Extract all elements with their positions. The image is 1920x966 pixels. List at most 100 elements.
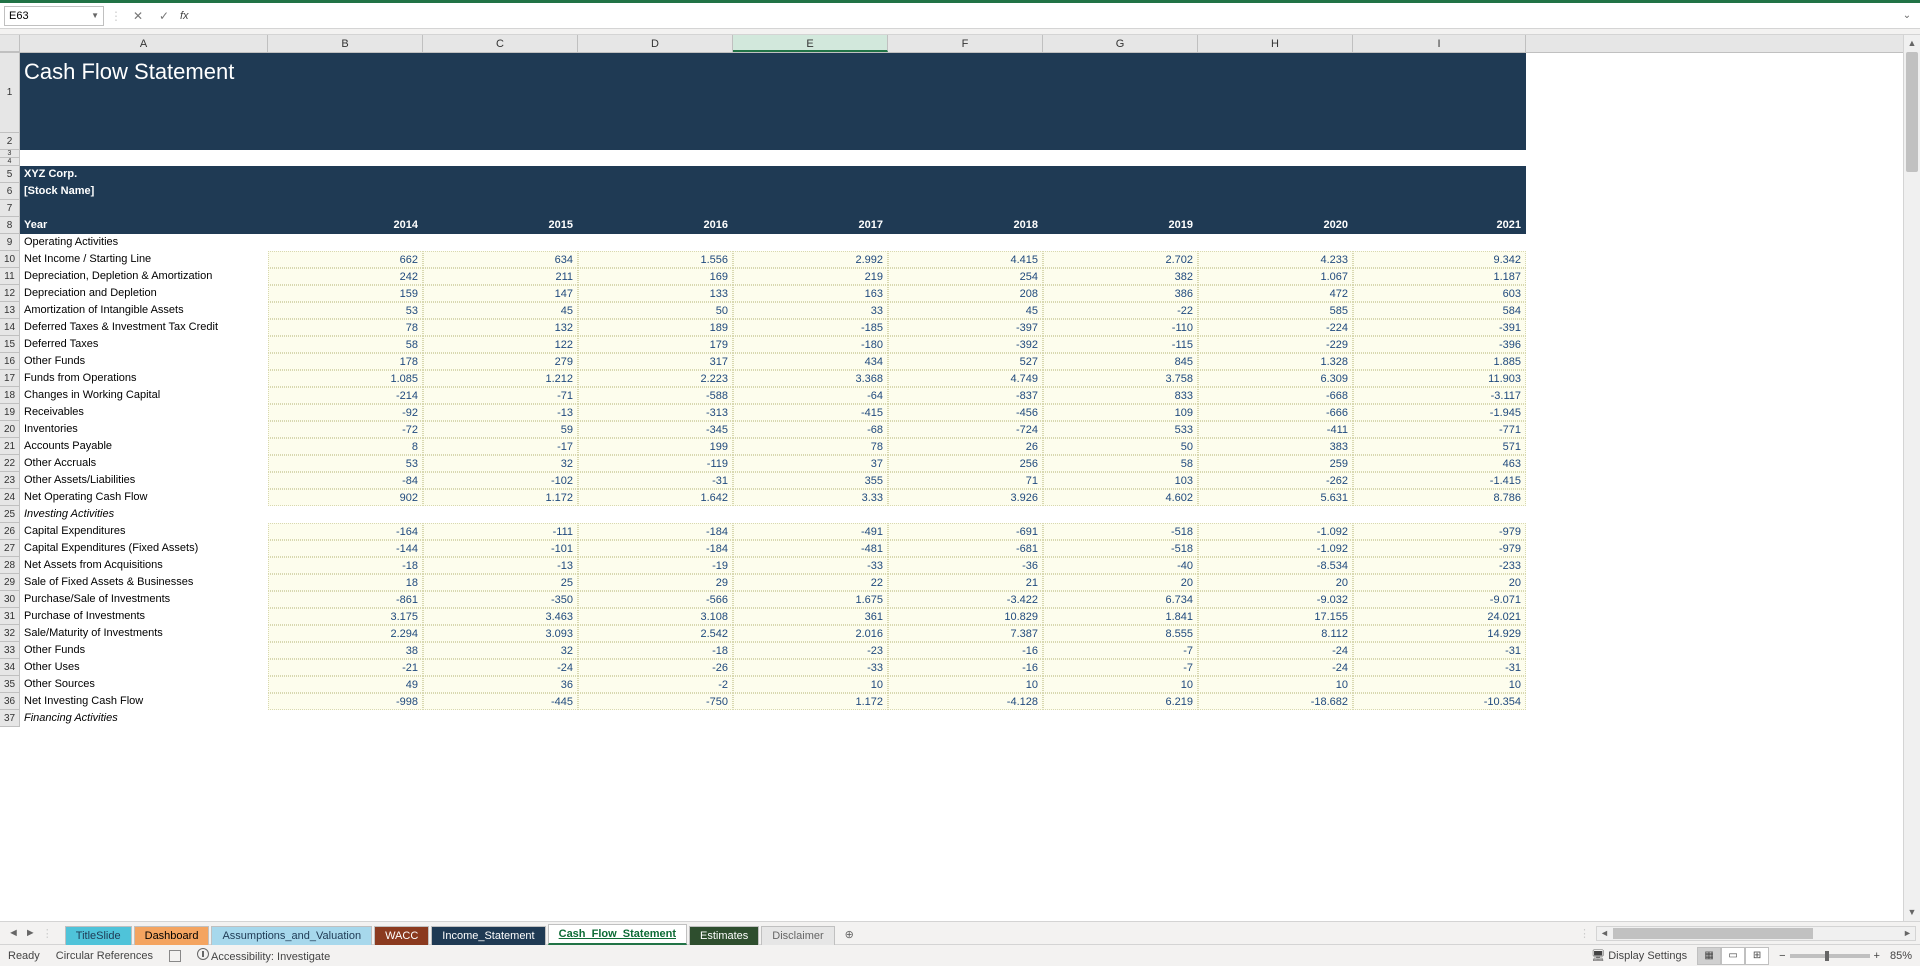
value-cell[interactable]: -22 (1043, 302, 1198, 319)
value-cell[interactable]: -724 (888, 421, 1043, 438)
value-cell[interactable]: -1.415 (1353, 472, 1526, 489)
scroll-right-icon[interactable]: ► (1900, 927, 1915, 940)
formula-bar-expand-icon[interactable]: ⌄ (1898, 10, 1916, 21)
value-cell[interactable]: 254 (888, 268, 1043, 285)
value-cell[interactable]: 434 (733, 353, 888, 370)
col-header-D[interactable]: D (578, 35, 733, 52)
value-cell[interactable]: 32 (423, 455, 578, 472)
value-cell[interactable]: 7.387 (888, 625, 1043, 642)
value-cell[interactable]: -102 (423, 472, 578, 489)
value-cell[interactable]: 29 (578, 574, 733, 591)
value-cell[interactable]: -979 (1353, 523, 1526, 540)
value-cell[interactable]: -33 (733, 557, 888, 574)
value-cell[interactable]: -18 (578, 642, 733, 659)
value-cell[interactable]: -397 (888, 319, 1043, 336)
zoom-slider[interactable]: − + (1779, 950, 1880, 962)
value-cell[interactable]: -262 (1198, 472, 1353, 489)
value-cell[interactable]: 1.172 (423, 489, 578, 506)
value-cell[interactable]: 45 (423, 302, 578, 319)
value-cell[interactable]: -666 (1198, 404, 1353, 421)
value-cell[interactable]: 17.155 (1198, 608, 1353, 625)
value-cell[interactable]: -92 (268, 404, 423, 421)
value-cell[interactable]: -681 (888, 540, 1043, 557)
value-cell[interactable]: 3.463 (423, 608, 578, 625)
row-header[interactable]: 8 (0, 217, 20, 234)
row-header[interactable]: 5 (0, 166, 20, 183)
value-cell[interactable]: 58 (268, 336, 423, 353)
cancel-formula-icon[interactable]: ✕ (128, 9, 148, 23)
row-header[interactable]: 17 (0, 370, 20, 387)
value-cell[interactable]: -180 (733, 336, 888, 353)
value-cell[interactable]: 59 (423, 421, 578, 438)
value-cell[interactable]: -1.092 (1198, 540, 1353, 557)
sheet-nav-prev-icon[interactable]: ◄ (8, 927, 19, 939)
col-header-E[interactable]: E (733, 35, 888, 52)
row-header[interactable]: 33 (0, 642, 20, 659)
value-cell[interactable]: 10 (888, 676, 1043, 693)
value-cell[interactable]: 18 (268, 574, 423, 591)
value-cell[interactable]: 3.368 (733, 370, 888, 387)
value-cell[interactable]: 24.021 (1353, 608, 1526, 625)
value-cell[interactable]: -691 (888, 523, 1043, 540)
value-cell[interactable]: -8.534 (1198, 557, 1353, 574)
col-header-F[interactable]: F (888, 35, 1043, 52)
value-cell[interactable]: 1.172 (733, 693, 888, 710)
value-cell[interactable]: 5.631 (1198, 489, 1353, 506)
value-cell[interactable]: 1.187 (1353, 268, 1526, 285)
row-header[interactable]: 24 (0, 489, 20, 506)
row-header[interactable]: 13 (0, 302, 20, 319)
row-header[interactable]: 11 (0, 268, 20, 285)
zoom-thumb[interactable] (1825, 951, 1829, 961)
value-cell[interactable]: -68 (733, 421, 888, 438)
value-cell[interactable]: 133 (578, 285, 733, 302)
scroll-left-icon[interactable]: ◄ (1597, 927, 1612, 940)
value-cell[interactable]: 2.992 (733, 251, 888, 268)
value-cell[interactable]: 169 (578, 268, 733, 285)
value-cell[interactable]: -21 (268, 659, 423, 676)
value-cell[interactable]: -111 (423, 523, 578, 540)
value-cell[interactable]: 10 (733, 676, 888, 693)
view-normal-icon[interactable]: ▦ (1697, 947, 1721, 965)
value-cell[interactable]: 10 (1043, 676, 1198, 693)
value-cell[interactable]: 179 (578, 336, 733, 353)
scroll-thumb[interactable] (1906, 52, 1918, 172)
row-header[interactable]: 31 (0, 608, 20, 625)
value-cell[interactable]: 3.093 (423, 625, 578, 642)
macro-record-icon[interactable] (169, 950, 181, 962)
value-cell[interactable]: 4.749 (888, 370, 1043, 387)
row-header[interactable]: 6 (0, 183, 20, 200)
value-cell[interactable]: -16 (888, 642, 1043, 659)
value-cell[interactable]: -214 (268, 387, 423, 404)
value-cell[interactable]: -350 (423, 591, 578, 608)
value-cell[interactable]: 49 (268, 676, 423, 693)
value-cell[interactable]: -19 (578, 557, 733, 574)
value-cell[interactable]: 33 (733, 302, 888, 319)
value-cell[interactable]: -101 (423, 540, 578, 557)
value-cell[interactable]: -115 (1043, 336, 1198, 353)
value-cell[interactable]: 386 (1043, 285, 1198, 302)
value-cell[interactable]: 45 (888, 302, 1043, 319)
value-cell[interactable]: -4.128 (888, 693, 1043, 710)
value-cell[interactable]: -7 (1043, 642, 1198, 659)
value-cell[interactable]: -36 (888, 557, 1043, 574)
row-header[interactable]: 10 (0, 251, 20, 268)
value-cell[interactable]: -24 (1198, 642, 1353, 659)
value-cell[interactable]: -445 (423, 693, 578, 710)
value-cell[interactable]: 2.016 (733, 625, 888, 642)
value-cell[interactable]: 527 (888, 353, 1043, 370)
value-cell[interactable]: -481 (733, 540, 888, 557)
value-cell[interactable]: -40 (1043, 557, 1198, 574)
value-cell[interactable]: -392 (888, 336, 1043, 353)
value-cell[interactable]: 71 (888, 472, 1043, 489)
value-cell[interactable]: -23 (733, 642, 888, 659)
value-cell[interactable]: 11.903 (1353, 370, 1526, 387)
value-cell[interactable]: 383 (1198, 438, 1353, 455)
view-page-layout-icon[interactable]: ▭ (1721, 947, 1745, 965)
row-header[interactable]: 9 (0, 234, 20, 251)
row-header[interactable]: 35 (0, 676, 20, 693)
value-cell[interactable]: -24 (1198, 659, 1353, 676)
row-header[interactable]: 34 (0, 659, 20, 676)
value-cell[interactable]: 2.223 (578, 370, 733, 387)
value-cell[interactable]: -861 (268, 591, 423, 608)
status-accessibility[interactable]: Accessibility: Investigate (197, 948, 330, 963)
